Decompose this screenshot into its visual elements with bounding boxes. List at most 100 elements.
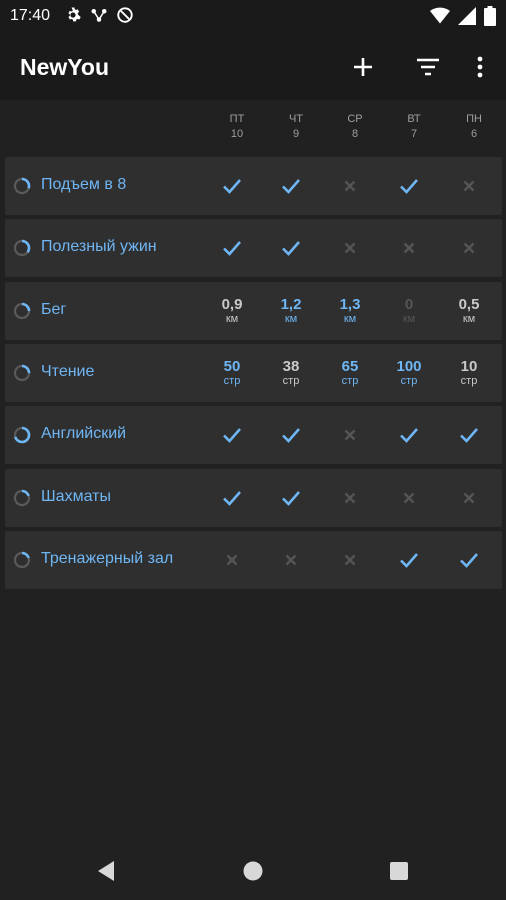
status-bar: 17:40 [0,0,506,32]
habit-name: Бег [41,300,67,318]
cross-icon [344,429,356,441]
habit-day-cell-missed[interactable] [440,469,498,527]
habit-day-cell-missed[interactable] [321,406,379,464]
cell-unit: стр [223,374,241,387]
app-title: NewYou [20,54,110,80]
cross-icon [344,242,356,254]
filter-icon[interactable] [413,52,443,82]
habit-day-cell-done[interactable] [380,406,438,464]
habit-name: Чтение [41,362,95,380]
habit-day-cell-done[interactable] [262,219,320,277]
check-icon [223,490,241,506]
cross-icon [344,180,356,192]
habit-day-cell-missed[interactable] [440,219,498,277]
habit-day-cell-value[interactable]: 10 стр [440,344,498,402]
add-icon[interactable] [348,52,378,82]
habit-day-cell-missed[interactable] [440,157,498,215]
habit-day-cell-missed[interactable] [203,531,261,589]
recents-icon[interactable] [387,859,411,883]
habit-row[interactable]: Бег 0,9 км 1,2 км 1,3 км 0 км 0,5 км [5,281,502,340]
habit-day-cell-value[interactable]: 0 км [380,282,438,340]
check-icon [282,428,300,444]
habit-day-cell-value[interactable]: 100 стр [380,344,438,402]
habit-day-cell-done[interactable] [380,531,438,589]
habit-day-cell-missed[interactable] [321,219,379,277]
habit-name: Английский [41,425,127,443]
cross-icon [285,554,297,566]
habit-day-cell-done[interactable] [203,406,261,464]
cell-value: 65 [341,357,359,375]
check-icon [223,241,241,257]
habit-row[interactable]: Подъем в 8 [5,157,502,215]
day-column-header: ПТ 10 [207,112,267,142]
cell-unit: км [225,312,239,325]
cross-icon [226,554,238,566]
cell-unit: км [284,312,298,325]
more-vert-icon[interactable] [465,52,495,82]
habit-name: Шахматы [41,487,111,505]
day-of-week: СР [347,113,363,125]
habit-progress-ring-icon [13,551,31,569]
signal-icon [458,7,476,30]
cell-value: 1,3 [339,295,361,313]
habit-row[interactable]: Тренажерный зал [5,530,502,589]
habit-day-cell-missed[interactable] [380,469,438,527]
day-date: 10 [230,128,244,140]
cell-value: 1,2 [280,295,302,313]
cell-value: 0,9 [221,295,243,313]
home-icon[interactable] [241,859,265,883]
day-column-header: СР 8 [325,112,385,142]
habit-day-cell-done[interactable] [440,531,498,589]
cross-icon [344,554,356,566]
day-of-week: ЧТ [288,113,304,125]
back-icon[interactable] [94,859,118,883]
habit-row[interactable]: Чтение 50 стр 38 стр 65 стр 100 стр 10 стр [5,343,502,402]
check-icon [400,179,418,194]
cell-value: 0 [404,295,414,313]
habit-name: Подъем в 8 [41,176,127,193]
habit-day-cell-value[interactable]: 1,3 км [321,282,379,340]
habit-day-cell-done[interactable] [262,157,320,215]
status-time: 17:40 [10,7,51,24]
habit-day-cell-done[interactable] [203,469,261,527]
cross-icon [403,492,415,503]
habit-day-cell-value[interactable]: 50 стр [203,344,261,402]
habit-day-cell-value[interactable]: 1,2 км [262,282,320,340]
cross-icon [463,180,475,192]
habit-day-cell-value[interactable]: 65 стр [321,344,379,402]
habit-day-cell-done[interactable] [203,219,261,277]
cell-value: 0,5 [458,295,480,313]
cell-value: 100 [396,357,422,375]
habit-progress-ring-icon [13,426,31,444]
habit-day-cell-done[interactable] [262,406,320,464]
cell-value: 10 [460,357,478,375]
habit-day-cell-value[interactable]: 38 стр [262,344,320,402]
habit-day-cell-done[interactable] [203,157,261,215]
cross-icon [344,492,356,503]
habit-row[interactable]: Шахматы [5,468,502,527]
habit-day-cell-missed[interactable] [380,219,438,277]
network-icon [90,6,108,29]
habit-progress-ring-icon [13,239,31,257]
app-bar: NewYou [0,32,506,100]
habit-day-cell-value[interactable]: 0,9 км [203,282,261,340]
nav-bar [0,842,506,900]
day-date: 6 [470,128,478,140]
cell-unit: км [343,312,357,325]
battery-icon [484,6,496,31]
habit-day-cell-missed[interactable] [262,531,320,589]
cell-unit: стр [341,374,359,387]
habit-day-cell-done[interactable] [440,406,498,464]
day-column-header: ПН 6 [444,112,504,142]
habit-row[interactable]: Полезный ужин [5,219,502,278]
habit-day-cell-missed[interactable] [321,157,379,215]
cell-unit: стр [400,374,418,387]
habit-name: Полезный ужин [41,238,157,256]
habit-row[interactable]: Английский [5,406,502,465]
habit-day-cell-done[interactable] [262,469,320,527]
check-icon [282,179,300,194]
habit-day-cell-value[interactable]: 0,5 км [440,282,498,340]
habit-day-cell-missed[interactable] [321,531,379,589]
habit-day-cell-done[interactable] [380,157,438,215]
habit-day-cell-missed[interactable] [321,469,379,527]
